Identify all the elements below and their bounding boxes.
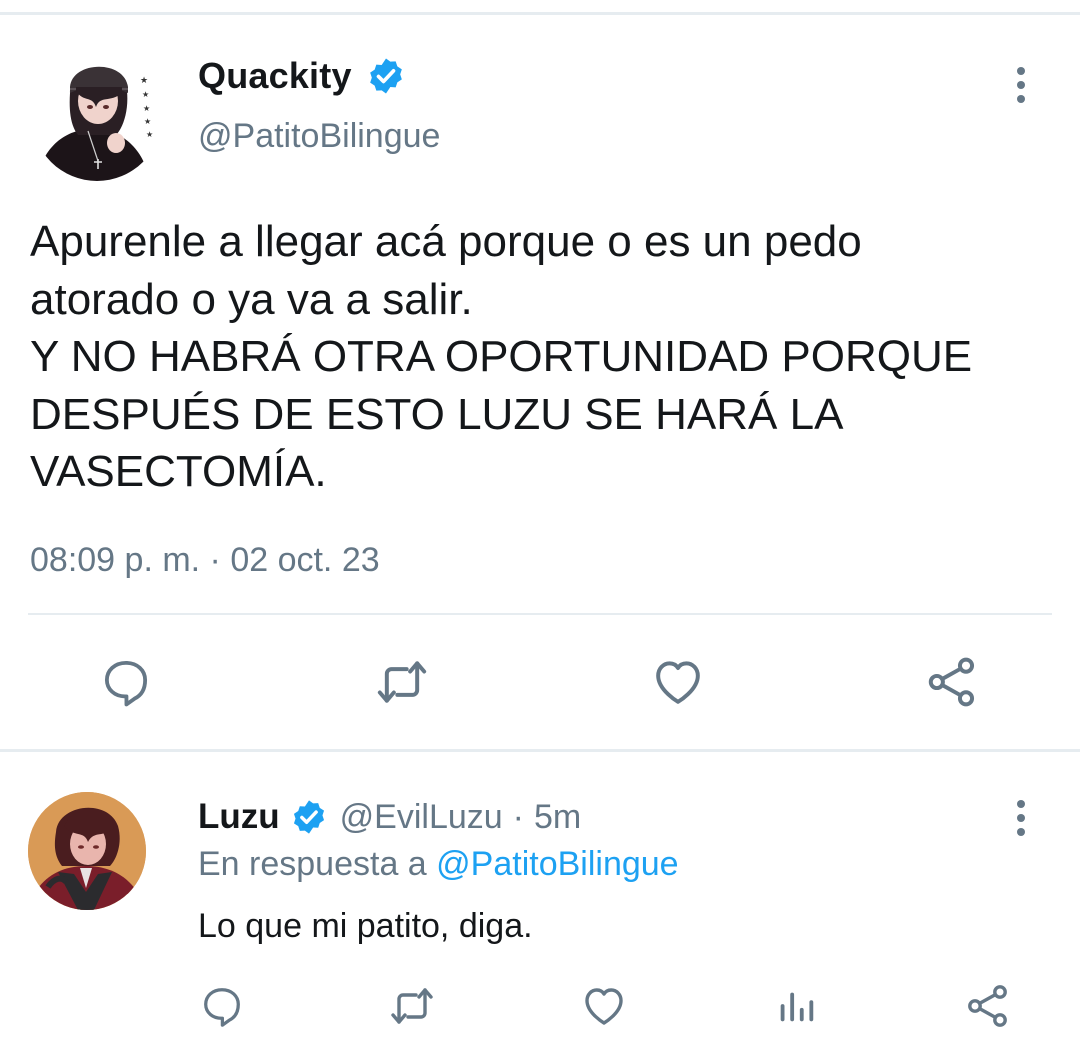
display-name[interactable]: Luzu bbox=[198, 797, 280, 837]
svg-text:★: ★ bbox=[142, 90, 149, 99]
retweet-icon[interactable] bbox=[372, 652, 432, 712]
svg-text:★: ★ bbox=[144, 117, 151, 126]
share-icon[interactable] bbox=[922, 652, 982, 712]
more-options-icon[interactable] bbox=[1006, 65, 1036, 105]
username[interactable]: @PatitoBilingue bbox=[198, 117, 440, 156]
author-row: Quackity bbox=[198, 55, 406, 97]
like-icon[interactable] bbox=[648, 652, 708, 712]
reply-context: En respuesta a @PatitoBilingue bbox=[198, 845, 679, 884]
tweet-text: Lo que mi patito, diga. bbox=[198, 907, 533, 945]
avatar[interactable] bbox=[28, 792, 146, 910]
reply-author-row: Luzu @EvilLuzu · 5m bbox=[198, 797, 581, 837]
reply-icon[interactable] bbox=[96, 652, 156, 712]
share-icon[interactable] bbox=[958, 976, 1018, 1036]
reply-context-label: En respuesta a bbox=[198, 845, 427, 883]
avatar[interactable]: ★ ★ ★ ★ ★ bbox=[32, 51, 162, 181]
svg-text:★: ★ bbox=[143, 104, 150, 113]
relative-time[interactable]: 5m bbox=[534, 798, 581, 837]
main-tweet[interactable]: ★ ★ ★ ★ ★ Quackity @PatitoBilingue Apure… bbox=[0, 15, 1080, 750]
retweet-icon[interactable] bbox=[382, 976, 442, 1036]
separator-dot: · bbox=[512, 797, 524, 836]
tweet-separator bbox=[0, 749, 1080, 752]
svg-text:★: ★ bbox=[140, 76, 148, 86]
more-options-icon[interactable] bbox=[1006, 798, 1036, 838]
display-name[interactable]: Quackity bbox=[198, 55, 352, 97]
tweet-timestamp[interactable]: 08:09 p. m. · 02 oct. 23 bbox=[30, 541, 380, 580]
username[interactable]: @EvilLuzu bbox=[340, 798, 503, 837]
svg-text:★: ★ bbox=[146, 130, 153, 139]
reply-mention-link[interactable]: @PatitoBilingue bbox=[436, 845, 678, 883]
verified-badge-icon bbox=[290, 798, 328, 836]
analytics-icon[interactable] bbox=[766, 976, 826, 1036]
verified-badge-icon bbox=[366, 56, 406, 96]
like-icon[interactable] bbox=[574, 976, 634, 1036]
reply-icon[interactable] bbox=[192, 976, 252, 1036]
tweet-text: Apurenle a llegar acá porque o es un ped… bbox=[30, 217, 973, 496]
divider bbox=[28, 613, 1052, 615]
